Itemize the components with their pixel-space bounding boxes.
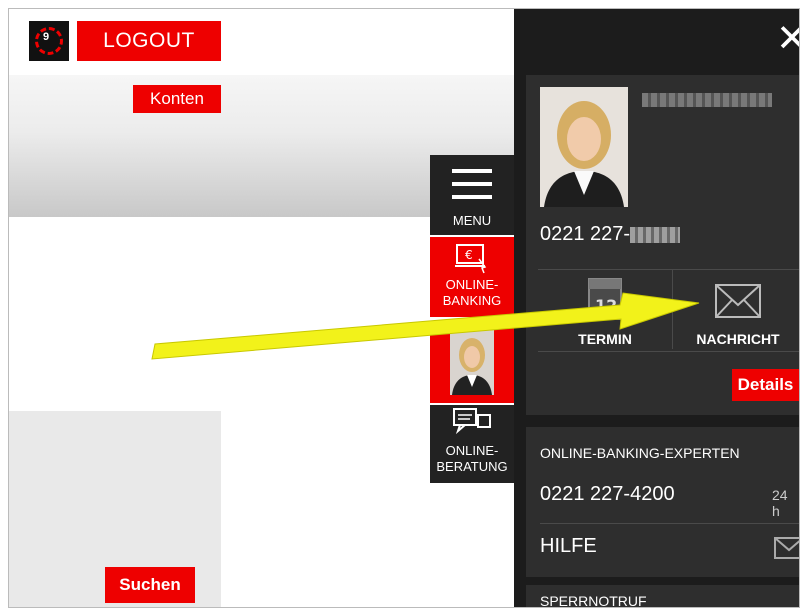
tab-online-beratung-line2: BERATUNG — [436, 459, 508, 474]
mail-icon — [715, 284, 761, 318]
tab-online-banking[interactable]: € ONLINE- BANKING — [430, 237, 514, 317]
svg-text:€: € — [465, 248, 473, 262]
experts-title: ONLINE-BANKING-EXPERTEN — [540, 445, 740, 461]
konten-button[interactable]: Konten — [133, 85, 221, 113]
advisor-panel: ✕ 0221 227- 12 TERMIN — [514, 9, 799, 607]
calendar-icon: 12 — [588, 278, 622, 320]
tab-menu[interactable]: MENU — [430, 155, 514, 235]
tab-online-beratung-line1: ONLINE- — [445, 443, 499, 458]
experts-hours: 24 h — [772, 487, 788, 519]
sperrnotruf-card: SPERRNOTRUF — [526, 585, 799, 608]
advisor-card: 0221 227- 12 TERMIN NACHRICHT Details — [526, 75, 799, 415]
divider — [538, 351, 799, 352]
divider — [540, 523, 799, 524]
sperrnotruf-title: SPERRNOTRUF — [540, 593, 647, 608]
tab-online-banking-label: ONLINE- BANKING — [430, 277, 514, 309]
browser-frame: 9 LOGOUT Konten Suchen MENU € ONLINE- BA… — [8, 8, 800, 608]
suchen-button[interactable]: Suchen — [105, 567, 195, 603]
tab-online-banking-line2: BANKING — [442, 293, 502, 308]
hilfe-mail-icon[interactable] — [774, 537, 800, 559]
logout-button[interactable]: LOGOUT — [77, 21, 221, 61]
tab-online-banking-line1: ONLINE- — [445, 277, 499, 292]
divider — [538, 269, 799, 270]
chat-icon — [453, 408, 491, 435]
hilfe-label[interactable]: HILFE — [540, 535, 597, 558]
hamburger-icon — [452, 169, 492, 208]
tab-online-beratung[interactable]: ONLINE- BERATUNG — [430, 405, 514, 483]
tab-advisor[interactable] — [430, 321, 514, 403]
close-icon[interactable]: ✕ — [776, 19, 799, 59]
advisor-phone[interactable]: 0221 227- — [540, 223, 681, 246]
sparkasse-logo[interactable]: 9 — [29, 21, 69, 61]
advisor-photo — [540, 87, 628, 207]
calendar-day: 12 — [595, 296, 617, 315]
tab-menu-label: MENU — [452, 213, 492, 228]
advisor-phone-prefix: 0221 227- — [540, 223, 631, 245]
experts-phone[interactable]: 0221 227-4200 — [540, 483, 675, 506]
details-button[interactable]: Details — [732, 369, 799, 401]
termin-label: TERMIN — [578, 331, 632, 347]
nachricht-label: NACHRICHT — [696, 331, 780, 347]
logo-badge: 9 — [43, 31, 50, 43]
tab-online-beratung-label: ONLINE- BERATUNG — [430, 443, 514, 475]
advisor-avatar — [450, 329, 494, 395]
experts-card: ONLINE-BANKING-EXPERTEN 0221 227-4200 24… — [526, 427, 799, 577]
online-banking-icon: € — [455, 244, 487, 274]
advisor-phone-redacted — [630, 226, 681, 243]
advisor-name-redacted — [642, 93, 772, 107]
